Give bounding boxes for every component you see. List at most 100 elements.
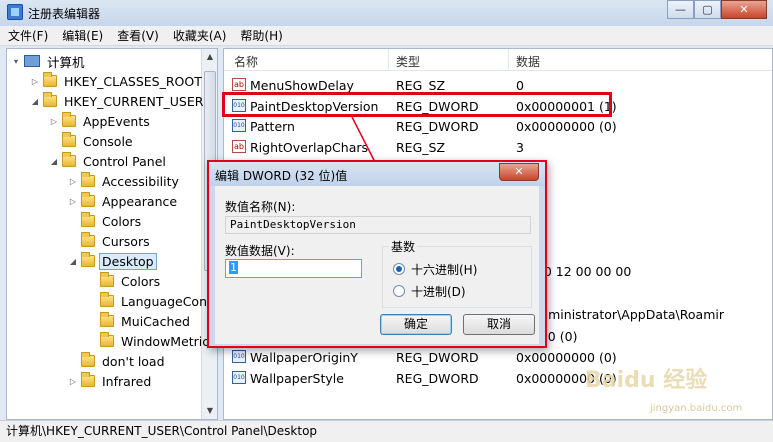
expand-toggle-icon[interactable]: ▷ bbox=[68, 177, 78, 186]
list-row[interactable]: 010 PaintDesktopVersion REG_DWORD 0x0000000… bbox=[224, 96, 772, 116]
folder-icon bbox=[81, 172, 95, 187]
tree-item-label: Cursors bbox=[102, 233, 150, 249]
dialog-close-button[interactable]: ✕ bbox=[499, 163, 539, 181]
decimal-radio[interactable] bbox=[393, 285, 405, 297]
minimize-button[interactable]: — bbox=[667, 0, 694, 19]
tree-item[interactable]: ▷ AppEvents bbox=[49, 111, 153, 131]
folder-icon bbox=[100, 292, 114, 307]
tree-item[interactable]: Colors bbox=[87, 271, 163, 291]
tree-item-label: Desktop bbox=[99, 252, 157, 270]
window-controls: — ▢ ✕ bbox=[667, 0, 767, 20]
tree-item[interactable]: LanguageConfig bbox=[87, 291, 218, 311]
list-row[interactable]: 010 Pattern REG_DWORD 0x00000000 (0) bbox=[224, 116, 772, 136]
tree-item[interactable]: Console bbox=[49, 131, 136, 151]
value-data-text: 1 bbox=[229, 261, 238, 274]
cell-name: RightOverlapChars bbox=[250, 140, 369, 155]
expand-toggle-icon[interactable]: ▷ bbox=[68, 197, 78, 206]
scroll-down-arrow[interactable]: ▼ bbox=[202, 403, 217, 419]
cell-type: REG_SZ bbox=[396, 78, 446, 93]
cell-type: REG_DWORD bbox=[396, 119, 479, 134]
cell-data: rs\Administrator\AppData\Roamir bbox=[516, 307, 724, 322]
menu-help[interactable]: 帮助(H) bbox=[240, 27, 282, 44]
expand-toggle-icon[interactable]: ◢ bbox=[68, 257, 78, 266]
string-value-icon: ab bbox=[232, 78, 246, 91]
tree-item[interactable]: Cursors bbox=[68, 231, 153, 251]
expand-toggle-icon[interactable]: ▾ bbox=[11, 57, 21, 66]
tree-item-label: WindowMetrics bbox=[121, 333, 216, 349]
tree-item[interactable]: ▷ Appearance bbox=[68, 191, 180, 211]
folder-icon bbox=[62, 152, 76, 167]
edit-dword-dialog: 编辑 DWORD (32 位)值 ✕ 数值名称(N): PaintDesktop… bbox=[207, 160, 547, 348]
binary-value-icon: 010 bbox=[232, 350, 246, 363]
status-bar: 计算机\HKEY_CURRENT_USER\Control Panel\Desk… bbox=[0, 420, 773, 442]
tree-item[interactable]: don't load bbox=[68, 351, 168, 371]
ok-button[interactable]: 确定 bbox=[380, 314, 452, 335]
cell-type: REG_DWORD bbox=[396, 99, 479, 114]
tree-item[interactable]: ▷ Infrared bbox=[68, 371, 154, 391]
tree-item-label: don't load bbox=[102, 353, 165, 369]
folder-icon bbox=[81, 352, 95, 367]
column-type-header[interactable]: 类型 bbox=[396, 53, 420, 70]
tree-item-label: Console bbox=[83, 133, 133, 149]
menu-edit[interactable]: 编辑(E) bbox=[62, 27, 103, 44]
maximize-button[interactable]: ▢ bbox=[694, 0, 721, 19]
tree-item-label: AppEvents bbox=[83, 113, 150, 129]
column-name-header[interactable]: 名称 bbox=[234, 53, 258, 70]
dialog-body: 数值名称(N): PaintDesktopVersion 数值数据(V): 1 … bbox=[215, 186, 539, 344]
cell-name: WallpaperOriginY bbox=[250, 350, 358, 365]
tree-item-label: LanguageConfig bbox=[121, 293, 218, 309]
tree-item-label: Appearance bbox=[102, 193, 178, 209]
tree-item-label: Accessibility bbox=[102, 173, 179, 189]
hex-radio[interactable] bbox=[393, 263, 405, 275]
cancel-button[interactable]: 取消 bbox=[463, 314, 535, 335]
list-row[interactable]: ab RightOverlapChars REG_SZ 3 bbox=[224, 137, 772, 157]
folder-icon bbox=[100, 332, 114, 347]
expand-toggle-icon[interactable]: ▷ bbox=[30, 77, 40, 86]
folder-icon bbox=[62, 112, 76, 127]
dialog-title-bar: 编辑 DWORD (32 位)值 ✕ bbox=[209, 162, 545, 186]
close-button[interactable]: ✕ bbox=[721, 0, 767, 19]
tree-item[interactable]: MuiCached bbox=[87, 311, 193, 331]
menu-view[interactable]: 查看(V) bbox=[117, 27, 159, 44]
value-data-input[interactable]: 1 bbox=[225, 259, 362, 278]
decimal-radio-label[interactable]: 十进制(D) bbox=[411, 283, 466, 300]
scroll-up-arrow[interactable]: ▲ bbox=[202, 49, 217, 65]
tree-item[interactable]: ▷ Accessibility bbox=[68, 171, 182, 191]
expand-toggle-icon[interactable]: ◢ bbox=[49, 157, 59, 166]
menu-favorites[interactable]: 收藏夹(A) bbox=[173, 27, 227, 44]
computer-icon bbox=[24, 55, 40, 67]
expand-toggle-icon[interactable]: ▷ bbox=[49, 117, 59, 126]
folder-icon bbox=[43, 92, 57, 107]
menu-file[interactable]: 文件(F) bbox=[8, 27, 48, 44]
folder-icon bbox=[81, 372, 95, 387]
tree-item[interactable]: ◢ Control Panel bbox=[49, 151, 169, 171]
list-row[interactable]: ab MenuShowDelay REG_SZ 0 bbox=[224, 75, 772, 95]
registry-tree[interactable]: ▲ ▼ ▾ 计算机 ▷ HKEY_CLASSES_ROOT ◢ HKEY_CURRENT_… bbox=[6, 48, 218, 420]
cell-type: REG_DWORD bbox=[396, 350, 479, 365]
string-value-icon: ab bbox=[232, 140, 246, 153]
hex-radio-label[interactable]: 十六进制(H) bbox=[411, 261, 477, 278]
cell-data: 0x00000001 (1) bbox=[516, 99, 617, 114]
tree-item-label: MuiCached bbox=[121, 313, 190, 329]
folder-icon bbox=[81, 232, 95, 247]
folder-icon bbox=[43, 72, 57, 87]
column-data-header[interactable]: 数据 bbox=[516, 53, 540, 70]
value-name-field: PaintDesktopVersion bbox=[225, 216, 531, 234]
window-title: 注册表编辑器 bbox=[28, 7, 101, 21]
tree-item[interactable]: WindowMetrics bbox=[87, 331, 217, 351]
cell-name: PaintDesktopVersion bbox=[250, 99, 379, 114]
tree-item[interactable]: ▷ HKEY_CLASSES_ROOT bbox=[30, 71, 205, 91]
cell-name: Pattern bbox=[250, 119, 295, 134]
tree-item[interactable]: ▾ 计算机 bbox=[11, 51, 88, 71]
expand-toggle-icon[interactable]: ▷ bbox=[68, 377, 78, 386]
base-group-title: 基数 bbox=[389, 238, 418, 255]
cell-data: 3 bbox=[516, 140, 524, 155]
tree-item-label: Colors bbox=[102, 213, 142, 229]
expand-toggle-icon[interactable]: ◢ bbox=[30, 97, 40, 106]
tree-item[interactable]: ◢ HKEY_CURRENT_USER bbox=[30, 91, 206, 111]
folder-icon bbox=[100, 272, 114, 287]
folder-icon bbox=[81, 252, 95, 267]
tree-item[interactable]: ◢ Desktop bbox=[68, 251, 157, 271]
cell-type: REG_DWORD bbox=[396, 371, 479, 386]
tree-item[interactable]: Colors bbox=[68, 211, 144, 231]
